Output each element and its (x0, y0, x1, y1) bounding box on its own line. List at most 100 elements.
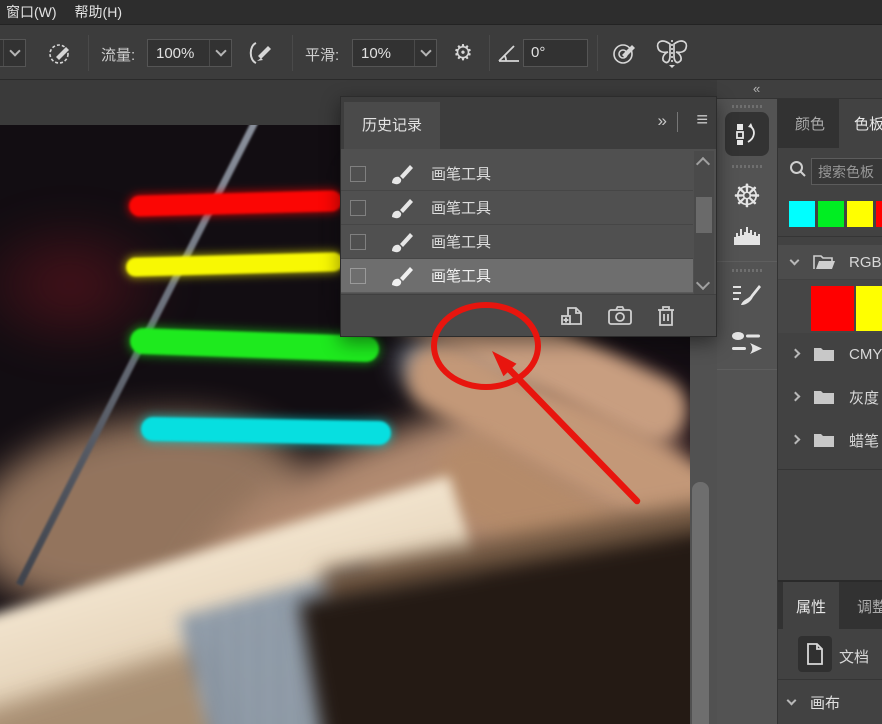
tab-properties[interactable]: 属性 (783, 582, 839, 629)
group-label: 蜡笔 (849, 430, 879, 451)
panel-divider (778, 236, 882, 237)
history-row-label: 画笔工具 (431, 231, 491, 252)
chevron-down-icon (3, 40, 25, 66)
gripper-dots (732, 269, 762, 272)
search-swatches-input[interactable] (811, 158, 882, 185)
strip-separator (717, 369, 777, 370)
panel-icon-strip: ☸ (717, 99, 777, 724)
right-sidebar: « ☸ (717, 80, 882, 724)
history-source-checkbox[interactable] (350, 166, 366, 182)
swatch-group-cmy[interactable]: CMY (778, 339, 882, 369)
tab-adjustments[interactable]: 调整 (842, 582, 882, 629)
options-toolbar: 流量: 100% 平滑: 10% ⚙ 0° (0, 24, 882, 80)
angle-input[interactable]: 0° (523, 39, 588, 67)
group-label: CMY (849, 346, 882, 363)
swatch-red[interactable] (876, 201, 882, 227)
history-source-panel-icon[interactable] (725, 112, 769, 156)
history-source-checkbox[interactable] (350, 234, 366, 250)
symmetry-butterfly-icon[interactable] (652, 37, 692, 69)
brush-tool-icon (390, 231, 414, 253)
history-panel: 历史记录 » ≡ 画笔工具 画笔工具 (340, 96, 717, 337)
gear-icon[interactable]: ⚙ (446, 39, 480, 67)
panel-stack: 颜色 色板 (777, 99, 882, 724)
chevron-down-icon (790, 256, 802, 268)
expand-panel-icon[interactable]: » (658, 111, 668, 131)
photoshop-window: 窗口(W) 帮助(H) 流量: 100% 平滑: (0, 0, 882, 724)
canvas-scrollbar-thumb[interactable] (692, 482, 709, 724)
document-icon (798, 636, 832, 672)
history-row-selected[interactable]: 画笔工具 (341, 259, 693, 293)
tool-presets-brushes-icon[interactable] (717, 329, 777, 359)
panel-divider (778, 469, 882, 470)
collapse-panels-bar[interactable]: « (717, 80, 882, 99)
history-row-label: 画笔工具 (431, 197, 491, 218)
flow-label: 流量: (101, 44, 135, 65)
smooth-dropdown[interactable]: 10% (352, 39, 437, 67)
folder-icon (812, 388, 836, 406)
flow-dropdown[interactable]: 100% (147, 39, 232, 67)
swatch-red-large[interactable] (811, 286, 854, 331)
swatch-green[interactable] (818, 201, 844, 227)
canvas-section-header[interactable]: 画布 (778, 687, 882, 717)
toolbar-separator (88, 35, 89, 71)
group-label: 灰度 (849, 387, 879, 408)
brush-preset-picker[interactable] (0, 39, 26, 67)
header-separator (677, 112, 678, 132)
toolbar-separator (489, 35, 490, 71)
swatch-cyan[interactable] (789, 201, 815, 227)
collapse-icon: « (753, 81, 759, 96)
chevron-right-icon (790, 391, 802, 403)
history-row[interactable]: 画笔工具 (341, 191, 693, 225)
history-row[interactable]: 画笔工具 (341, 157, 693, 191)
brush-tool-icon (390, 163, 414, 185)
group-label: RGB (849, 254, 882, 271)
tab-color[interactable]: 颜色 (783, 99, 837, 148)
history-row-label: 画笔工具 (431, 265, 491, 286)
brush-tool-icon (390, 265, 414, 287)
swatch-group-rgb[interactable]: RGB (778, 245, 882, 279)
tab-history[interactable]: 历史记录 (344, 102, 440, 149)
chevron-down-icon (787, 696, 799, 708)
rgb-swatch-row (778, 280, 882, 333)
chevron-right-icon (790, 434, 802, 446)
menu-window[interactable]: 窗口(W) (0, 0, 69, 24)
gripper-dots (732, 105, 762, 108)
history-scrollbar[interactable] (694, 151, 714, 294)
chevron-right-icon (790, 348, 802, 360)
history-source-checkbox[interactable] (350, 268, 366, 284)
airbrush-icon[interactable] (242, 38, 278, 68)
swatches-tabbar: 颜色 色板 (778, 99, 882, 148)
canvas-scrollbar-track[interactable] (690, 337, 717, 724)
brush-stroke-cyan (141, 417, 391, 445)
pressure-target-icon[interactable] (608, 37, 642, 69)
document-label: 文档 (839, 646, 869, 667)
gripper-dots (732, 165, 762, 168)
brush-settings-icon[interactable] (717, 281, 777, 311)
menu-help[interactable]: 帮助(H) (69, 0, 134, 24)
smooth-label: 平滑: (305, 44, 339, 65)
history-scrollbar-thumb[interactable] (696, 197, 712, 233)
tab-swatches[interactable]: 色板 (839, 99, 882, 148)
search-icon (789, 160, 807, 181)
swatch-yellow[interactable] (847, 201, 873, 227)
scroll-up-icon[interactable] (696, 157, 710, 171)
histogram-icon[interactable] (717, 223, 777, 247)
brush-panel-toggle-icon[interactable] (44, 37, 76, 69)
delete-trash-icon[interactable] (655, 304, 677, 331)
swatch-group-crayon[interactable]: 蜡笔 (778, 425, 882, 455)
history-source-checkbox[interactable] (350, 200, 366, 216)
folder-icon (812, 431, 836, 449)
toolbar-separator (597, 35, 598, 71)
scroll-down-icon[interactable] (696, 276, 710, 290)
swatch-yellow-large[interactable] (856, 286, 882, 331)
history-panel-header: 历史记录 » ≡ (341, 97, 716, 149)
new-snapshot-camera-icon[interactable] (607, 304, 633, 329)
history-row[interactable]: 画笔工具 (341, 225, 693, 259)
folder-icon (812, 345, 836, 363)
navigator-wheel-icon[interactable]: ☸ (717, 177, 777, 215)
panel-menu-icon[interactable]: ≡ (696, 109, 708, 132)
strip-separator (717, 261, 777, 262)
swatch-group-gray[interactable]: 灰度 (778, 382, 882, 412)
folder-open-icon (812, 253, 836, 271)
new-document-from-state-icon[interactable] (560, 304, 584, 331)
